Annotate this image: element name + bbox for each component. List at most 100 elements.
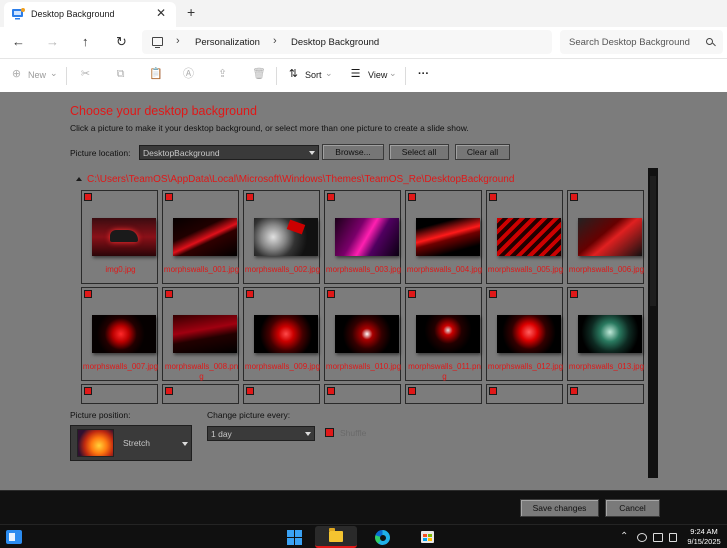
volume-icon[interactable] bbox=[669, 533, 677, 542]
picture-tile[interactable]: morphswalls_011.png bbox=[405, 287, 482, 381]
picture-tile[interactable]: morphswalls_012.jpg bbox=[486, 287, 563, 381]
forward-icon[interactable]: → bbox=[46, 34, 59, 49]
separator bbox=[276, 67, 277, 85]
picture-thumbnail bbox=[254, 218, 318, 256]
system-clock[interactable]: 9:24 AM 9/15/2025 bbox=[682, 527, 726, 547]
start-icon[interactable] bbox=[287, 530, 302, 545]
picture-checkbox[interactable] bbox=[246, 387, 254, 395]
picture-checkbox[interactable] bbox=[570, 193, 578, 201]
picture-tile[interactable]: morphswalls_003.jpg bbox=[324, 190, 401, 284]
picture-tile[interactable]: morphswalls_001.jpg bbox=[162, 190, 239, 284]
page-title: Choose your desktop background bbox=[70, 104, 257, 118]
vertical-scrollbar[interactable] bbox=[648, 168, 658, 478]
sort-icon: ⇅ bbox=[288, 68, 299, 80]
picture-tile[interactable] bbox=[567, 384, 644, 404]
up-icon[interactable]: ↑ bbox=[82, 34, 89, 49]
display-icon[interactable] bbox=[653, 533, 663, 542]
picture-checkbox[interactable] bbox=[165, 193, 173, 201]
delete-icon[interactable]: 🗑 bbox=[252, 69, 266, 80]
tab-desktop-background[interactable]: Desktop Background ✕ bbox=[4, 2, 176, 27]
picture-tile[interactable]: morphswalls_006.jpg bbox=[567, 190, 644, 284]
new-button[interactable]: New bbox=[28, 70, 46, 80]
picture-tile[interactable] bbox=[486, 384, 563, 404]
address-bar[interactable]: › Personalization › Desktop Background bbox=[142, 30, 552, 54]
picture-tile[interactable] bbox=[324, 384, 401, 404]
picture-tile[interactable] bbox=[243, 384, 320, 404]
picture-filename: morphswalls_011.png bbox=[408, 362, 481, 381]
search-input[interactable]: Search Desktop Background bbox=[569, 37, 694, 48]
picture-checkbox[interactable] bbox=[165, 290, 173, 298]
picture-tile[interactable]: morphswalls_004.jpg bbox=[405, 190, 482, 284]
picture-checkbox[interactable] bbox=[570, 290, 578, 298]
picture-checkbox[interactable] bbox=[489, 387, 497, 395]
view-button[interactable]: View bbox=[368, 70, 387, 80]
picture-tile[interactable]: morphswalls_008.png bbox=[162, 287, 239, 381]
picture-tile[interactable]: morphswalls_013.jpg bbox=[567, 287, 644, 381]
folder-icon bbox=[329, 528, 343, 542]
picture-tile[interactable] bbox=[405, 384, 482, 404]
file-explorer-taskbar-button[interactable] bbox=[315, 526, 357, 548]
picture-checkbox[interactable] bbox=[84, 193, 92, 201]
search-box[interactable]: Search Desktop Background bbox=[560, 30, 723, 54]
select-all-button[interactable]: Select all bbox=[389, 144, 449, 160]
clear-all-button[interactable]: Clear all bbox=[455, 144, 510, 160]
picture-tile[interactable]: morphswalls_005.jpg bbox=[486, 190, 563, 284]
sort-button[interactable]: Sort bbox=[305, 70, 322, 80]
picture-tile[interactable] bbox=[162, 384, 239, 404]
chevron-down-icon: ⌄ bbox=[325, 68, 333, 78]
breadcrumb-personalization[interactable]: Personalization bbox=[195, 37, 260, 48]
scrollbar-thumb[interactable] bbox=[650, 176, 656, 306]
picture-tile[interactable] bbox=[81, 384, 158, 404]
change-interval-select[interactable]: 1 day bbox=[207, 426, 315, 441]
picture-filename: morphswalls_003.jpg bbox=[325, 265, 402, 274]
picture-tile[interactable]: morphswalls_010.jpg bbox=[324, 287, 401, 381]
picture-checkbox[interactable] bbox=[327, 387, 335, 395]
picture-tile[interactable]: morphswalls_009.jpg bbox=[243, 287, 320, 381]
cut-icon[interactable]: ✂ bbox=[80, 69, 91, 80]
picture-checkbox[interactable] bbox=[246, 193, 254, 201]
shuffle-label: Shuffle bbox=[340, 428, 367, 438]
picture-checkbox[interactable] bbox=[327, 193, 335, 201]
refresh-icon[interactable]: ↻ bbox=[116, 34, 127, 50]
picture-tile[interactable]: morphswalls_007.jpg bbox=[81, 287, 158, 381]
picture-checkbox[interactable] bbox=[489, 193, 497, 201]
picture-thumbnail bbox=[173, 218, 237, 256]
back-icon[interactable]: ← bbox=[12, 34, 25, 49]
widgets-icon[interactable] bbox=[6, 530, 22, 544]
paste-icon[interactable]: 📋 bbox=[149, 69, 163, 80]
breadcrumb-desktop-background[interactable]: Desktop Background bbox=[291, 37, 379, 48]
close-tab-icon[interactable]: ✕ bbox=[156, 6, 166, 20]
picture-checkbox[interactable] bbox=[489, 290, 497, 298]
shuffle-checkbox[interactable] bbox=[325, 428, 334, 437]
picture-checkbox[interactable] bbox=[408, 290, 416, 298]
search-icon[interactable] bbox=[706, 38, 713, 45]
save-changes-button[interactable]: Save changes bbox=[520, 499, 599, 517]
picture-checkbox[interactable] bbox=[408, 387, 416, 395]
rename-icon[interactable]: Ⓐ bbox=[183, 69, 194, 80]
collapse-icon[interactable] bbox=[76, 177, 82, 181]
cancel-button[interactable]: Cancel bbox=[605, 499, 660, 517]
picture-checkbox[interactable] bbox=[408, 193, 416, 201]
picture-checkbox[interactable] bbox=[246, 290, 254, 298]
more-options-button[interactable]: ··· bbox=[418, 68, 429, 80]
picture-checkbox[interactable] bbox=[165, 387, 173, 395]
picture-filename: morphswalls_008.png bbox=[164, 362, 239, 381]
network-icon[interactable] bbox=[637, 533, 647, 542]
picture-tile[interactable]: morphswalls_002.jpg bbox=[243, 190, 320, 284]
picture-position-label: Picture position: bbox=[70, 410, 131, 420]
picture-checkbox[interactable] bbox=[84, 290, 92, 298]
share-icon[interactable]: ⇪ bbox=[217, 69, 228, 80]
new-tab-icon[interactable]: + bbox=[187, 4, 195, 20]
copy-icon[interactable]: ⧉ bbox=[115, 69, 126, 80]
picture-tile[interactable]: img0.jpg bbox=[81, 190, 158, 284]
edge-taskbar-button[interactable] bbox=[371, 526, 393, 548]
store-taskbar-button[interactable] bbox=[416, 526, 438, 548]
picture-position-select[interactable]: Stretch bbox=[70, 425, 192, 461]
chevron-up-icon[interactable]: ⌃ bbox=[620, 531, 628, 542]
picture-checkbox[interactable] bbox=[84, 387, 92, 395]
picture-checkbox[interactable] bbox=[570, 387, 578, 395]
picture-checkbox[interactable] bbox=[327, 290, 335, 298]
picture-location-select[interactable]: DesktopBackground bbox=[139, 145, 319, 160]
picture-thumbnail bbox=[254, 315, 318, 353]
browse-button[interactable]: Browse... bbox=[322, 144, 384, 160]
